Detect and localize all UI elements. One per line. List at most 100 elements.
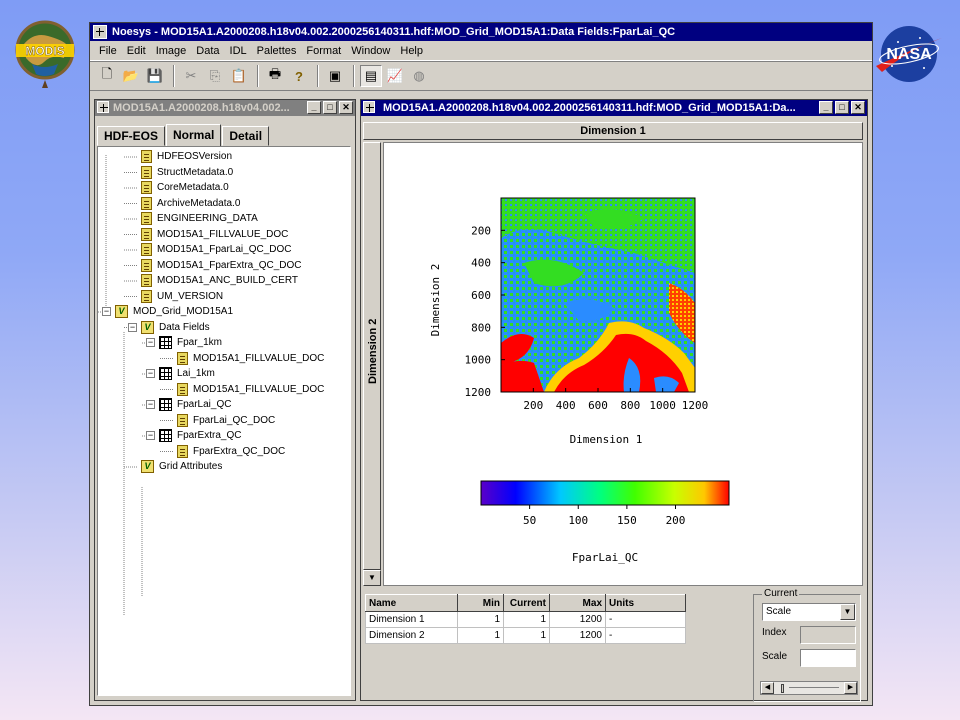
close-button[interactable]: ✕	[851, 101, 865, 114]
current-mode-select[interactable]: Scale ▼	[762, 603, 856, 621]
column-header-units[interactable]: Units	[605, 594, 686, 612]
svg-text:NASA: NASA	[886, 46, 932, 63]
help-icon[interactable]: ?	[288, 65, 310, 87]
scale-slider[interactable]: ◀ ▶	[760, 681, 858, 695]
table-cell[interactable]: 1200	[549, 627, 606, 644]
tree-node[interactable]: CoreMetadata.0	[128, 180, 229, 195]
maximize-button[interactable]: □	[323, 101, 337, 114]
colorbar-ticks: 50 100 150 200	[523, 505, 685, 527]
menu-palettes[interactable]: Palettes	[252, 42, 302, 60]
menu-help[interactable]: Help	[395, 42, 428, 60]
tab-hdf-eos[interactable]: HDF-EOS	[97, 126, 165, 146]
tree-node[interactable]: MOD15A1_FILLVALUE_DOC	[128, 227, 288, 242]
collapse-icon[interactable]: −	[146, 369, 155, 378]
main-titlebar[interactable]: Noesys - MOD15A1.A2000208.h18v04.002.200…	[90, 23, 872, 41]
tree-node[interactable]: StructMetadata.0	[128, 165, 233, 180]
paste-icon[interactable]: 📋	[228, 65, 250, 87]
menu-window[interactable]: Window	[346, 42, 395, 60]
collapse-icon[interactable]: −	[146, 431, 155, 440]
menu-image[interactable]: Image	[151, 42, 192, 60]
chart-icon[interactable]: 📈	[384, 65, 406, 87]
table-cell[interactable]: 1	[457, 611, 504, 628]
table-cell[interactable]: 1200	[549, 611, 606, 628]
globe-icon[interactable]: ◍	[408, 65, 430, 87]
tree-node[interactable]: V Grid Attributes	[128, 459, 222, 474]
tree-node[interactable]: FparLai_QC_DOC	[164, 413, 275, 428]
menu-edit[interactable]: Edit	[122, 42, 151, 60]
tree-node[interactable]: MOD15A1_ANC_BUILD_CERT	[128, 273, 298, 288]
image-view-icon[interactable]: ▤	[360, 65, 382, 87]
column-header-current[interactable]: Current	[503, 594, 550, 612]
column-header-max[interactable]: Max	[549, 594, 606, 612]
menu-data[interactable]: Data	[191, 42, 224, 60]
table-cell[interactable]: -	[605, 627, 686, 644]
table-cell[interactable]: Dimension 1	[365, 611, 458, 628]
scroll-right-arrow-icon[interactable]: ▶	[844, 682, 857, 694]
table-row[interactable]: Dimension 2 1 1 1200-	[365, 627, 686, 644]
tree-node[interactable]: − V MOD_Grid_MOD15A1	[102, 304, 233, 319]
table-cell[interactable]: 1	[457, 627, 504, 644]
slider-thumb[interactable]	[781, 684, 784, 693]
scale-field[interactable]	[800, 649, 856, 667]
column-header-min[interactable]: Min	[457, 594, 504, 612]
chevron-down-icon[interactable]: ▼	[840, 604, 855, 620]
tree-node[interactable]: FparExtra_QC_DOC	[164, 444, 285, 459]
tree-node[interactable]: − Lai_1km	[146, 366, 215, 381]
collapse-icon[interactable]: −	[102, 307, 111, 316]
tree-window-titlebar[interactable]: MOD15A1.A2000208.h18v04.002... _ □ ✕	[95, 100, 355, 116]
app-icon[interactable]	[93, 25, 107, 39]
data-window-titlebar[interactable]: MOD15A1.A2000208.h18v04.002.200025614031…	[361, 100, 867, 116]
attribute-icon	[177, 351, 188, 365]
table-cell[interactable]: -	[605, 611, 686, 628]
maximize-button[interactable]: □	[835, 101, 849, 114]
tree-node[interactable]: MOD15A1_FILLVALUE_DOC	[164, 382, 324, 397]
scroll-left-arrow-icon[interactable]: ◀	[761, 682, 774, 694]
frame-icon[interactable]: ▣	[324, 65, 346, 87]
minimize-button[interactable]: _	[307, 101, 321, 114]
tree-node[interactable]: MOD15A1_FILLVALUE_DOC	[164, 351, 324, 366]
group-icon: V	[115, 305, 128, 318]
tree-node[interactable]: MOD15A1_FparExtra_QC_DOC	[128, 258, 302, 273]
tree-node[interactable]: − V Data Fields	[128, 320, 210, 335]
collapse-icon[interactable]: −	[146, 338, 155, 347]
column-header-name[interactable]: Name	[365, 594, 458, 612]
menu-format[interactable]: Format	[301, 42, 346, 60]
hdf-icon[interactable]	[97, 101, 109, 113]
collapse-icon[interactable]: −	[128, 322, 137, 332]
grid-window-icon[interactable]	[363, 101, 375, 113]
heatmap-chart[interactable]: 200 400 600 800 1000 1200 200 400 600 800 1000 120…	[384, 143, 862, 585]
tree-window: MOD15A1.A2000208.h18v04.002... _ □ ✕ HDF…	[94, 99, 356, 701]
print-icon[interactable]: 🖶	[264, 65, 286, 87]
x-axis-label: Dimension 1	[570, 433, 643, 446]
menu-idl[interactable]: IDL	[225, 42, 252, 60]
new-file-icon[interactable]: 🗋	[96, 65, 118, 87]
tree-node[interactable]: HDFEOSVersion	[128, 149, 232, 164]
tab-normal[interactable]: Normal	[166, 124, 222, 147]
data-window: MOD15A1.A2000208.h18v04.002.200025614031…	[360, 99, 868, 702]
table-cell[interactable]: 1	[503, 627, 550, 644]
tree-node[interactable]: − FparLai_QC	[146, 397, 231, 412]
tree-node[interactable]: − Fpar_1km	[146, 335, 222, 350]
open-folder-icon[interactable]: 📂	[120, 65, 142, 87]
copy-icon[interactable]: ⎘	[204, 65, 226, 87]
table-cell[interactable]: 1	[503, 611, 550, 628]
close-button[interactable]: ✕	[339, 101, 353, 114]
save-icon[interactable]: 💾	[144, 65, 166, 87]
scroll-down-arrow-icon[interactable]: ▼	[363, 570, 381, 586]
menu-file[interactable]: File	[94, 42, 122, 60]
toolbar: 🗋 📂 💾 ✂ ⎘ 📋 🖶 ? ▣ ▤ 📈 ◍	[90, 61, 872, 91]
minimize-button[interactable]: _	[819, 101, 833, 114]
tree-node[interactable]: ENGINEERING_DATA	[128, 211, 258, 226]
tree-node[interactable]: MOD15A1_FparLai_QC_DOC	[128, 242, 292, 257]
y-tick-label: 800	[471, 321, 491, 334]
dimension-2-header[interactable]: Dimension 2	[363, 142, 381, 570]
table-row[interactable]: Dimension 1 1 1 1200-	[365, 611, 686, 628]
table-cell[interactable]: Dimension 2	[365, 627, 458, 644]
cut-icon[interactable]: ✂	[180, 65, 202, 87]
tree-node[interactable]: ArchiveMetadata.0	[128, 196, 240, 211]
collapse-icon[interactable]: −	[146, 400, 155, 409]
tab-detail[interactable]: Detail	[222, 126, 270, 146]
tree-node[interactable]: − FparExtra_QC	[146, 428, 241, 443]
dimension-1-header[interactable]: Dimension 1	[363, 122, 863, 140]
tree-node[interactable]: UM_VERSION	[128, 289, 223, 304]
